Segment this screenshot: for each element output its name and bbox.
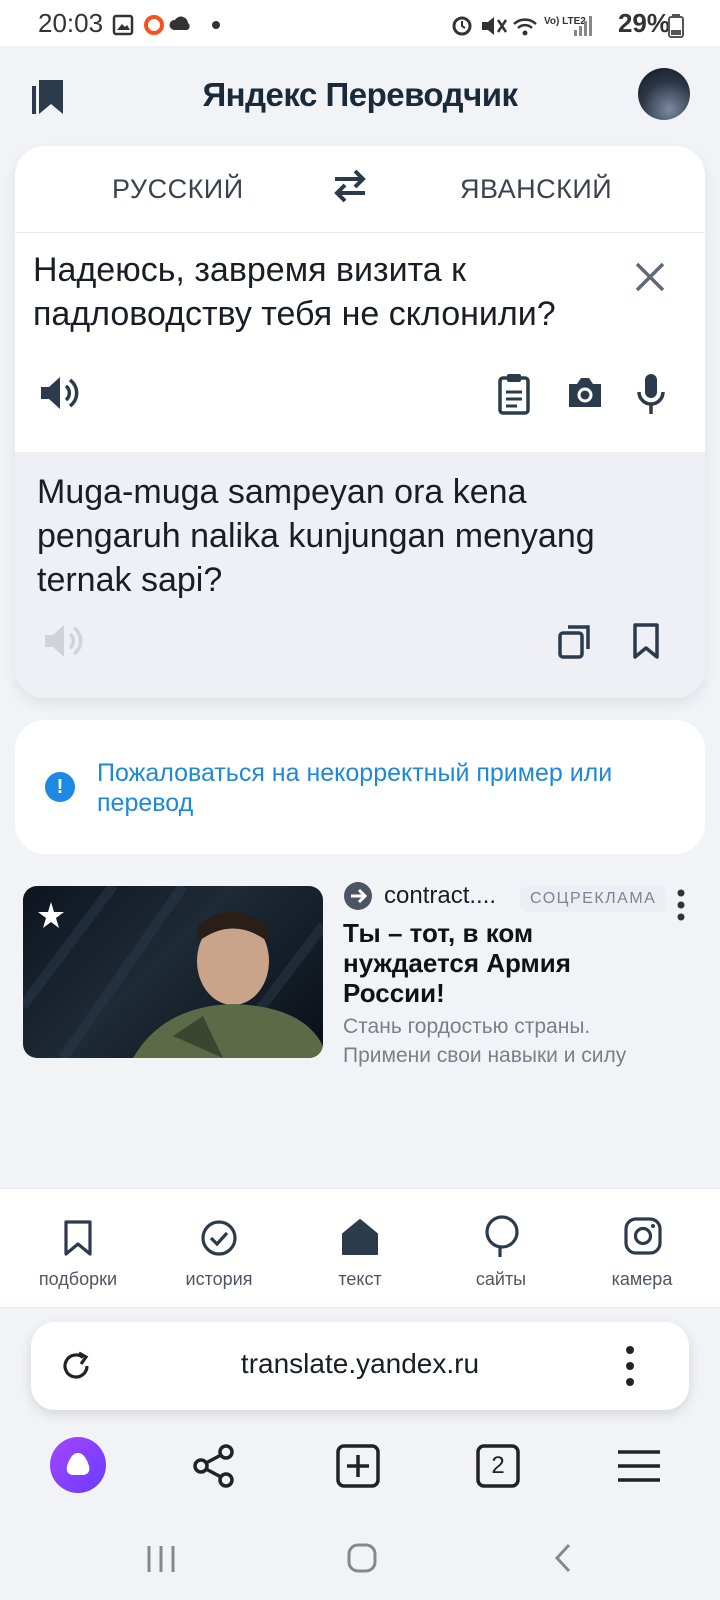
back-icon[interactable]: [552, 1542, 574, 1574]
divider: [15, 232, 705, 233]
ad-description: Стань гордостью страны. Примени свои нав…: [343, 1015, 627, 1067]
camera-icon: [624, 1217, 662, 1255]
share-icon[interactable]: [192, 1444, 236, 1488]
tab-collections[interactable]: подборки: [6, 1189, 150, 1307]
home-nav-icon[interactable]: [346, 1542, 378, 1574]
tab-text[interactable]: текст: [288, 1189, 432, 1307]
tab-bar: подборки история текст сайты камера: [0, 1188, 720, 1308]
new-tab-icon[interactable]: [336, 1444, 380, 1488]
ad-photo: [23, 886, 323, 1058]
status-notification-icons: [112, 14, 220, 36]
source-language[interactable]: РУССКИЙ: [112, 174, 244, 205]
tab-label: история: [185, 1269, 253, 1289]
browser-url-bar: translate.yandex.ru: [31, 1322, 689, 1410]
report-card: ! Пожаловаться на некорректный пример ил…: [15, 720, 705, 854]
tabs-count: 2: [491, 1452, 505, 1479]
avatar[interactable]: [638, 68, 690, 120]
tab-label: камера: [611, 1269, 673, 1289]
tabs-count-button[interactable]: 2: [476, 1444, 520, 1488]
translator-card: РУССКИЙ ЯВАНСКИЙ Надеюсь, завремя визита…: [15, 146, 705, 698]
translation-speaker-icon[interactable]: [43, 622, 85, 660]
hamburger-menu-icon[interactable]: [616, 1448, 662, 1484]
status-system-icons: Vo) LTE2: [452, 16, 592, 36]
ad-badge: СОЦРЕКЛАМА: [520, 886, 667, 912]
bookmark-icon[interactable]: [631, 622, 661, 660]
url-text[interactable]: translate.yandex.ru: [31, 1348, 689, 1380]
history-icon: [201, 1220, 237, 1256]
ad-source[interactable]: contract....: [384, 882, 496, 910]
ad-title[interactable]: Ты – тот, в ком нуждается Армия России!: [343, 918, 663, 1008]
ad-image[interactable]: [23, 886, 323, 1058]
home-icon: [342, 1219, 378, 1255]
microphone-icon[interactable]: [635, 372, 667, 416]
app-header: Яндекс Переводчик: [0, 46, 720, 146]
copy-icon[interactable]: [557, 622, 593, 660]
info-icon: !: [45, 772, 75, 802]
system-navigation-bar: [0, 1520, 720, 1600]
source-text-input[interactable]: Надеюсь, завремя визита к падловодству т…: [33, 248, 633, 336]
alice-triangle-icon: [66, 1453, 90, 1475]
status-bar: 20:03 Vo) LTE2 29%: [0, 0, 720, 46]
browser-menu-icon[interactable]: [625, 1344, 635, 1388]
translation-text: Muga-muga sampeyan ora kena pengaruh nal…: [37, 473, 595, 599]
app-title: Яндекс Переводчик: [202, 76, 518, 113]
tab-label: подборки: [38, 1269, 118, 1289]
target-language[interactable]: ЯВАНСКИЙ: [460, 174, 612, 205]
battery-icon: [668, 14, 684, 38]
tab-sites[interactable]: сайты: [429, 1189, 573, 1307]
tab-label: сайты: [475, 1269, 527, 1289]
recent-apps-icon[interactable]: [146, 1544, 176, 1574]
report-link[interactable]: Пожаловаться на некорректный пример или …: [97, 758, 687, 818]
battery-percent: 29%: [617, 8, 670, 38]
camera-icon[interactable]: [565, 374, 605, 410]
bookmark-icon: [64, 1220, 92, 1256]
ad-menu-icon[interactable]: [676, 888, 686, 922]
paste-clipboard-icon[interactable]: [497, 372, 531, 416]
tab-camera[interactable]: камера: [570, 1189, 714, 1307]
ad-source-icon: [344, 882, 372, 910]
clear-icon[interactable]: [633, 260, 667, 294]
speaker-icon[interactable]: [39, 374, 81, 412]
status-time: 20:03: [38, 8, 104, 38]
tab-history[interactable]: история: [147, 1189, 291, 1307]
swap-languages-icon[interactable]: [331, 168, 369, 204]
translation-area: Muga-muga sampeyan ora kena pengaruh nal…: [15, 452, 705, 698]
tab-label: текст: [338, 1269, 382, 1289]
status-network-text: Vo) LTE2: [544, 16, 586, 27]
speech-bubble-icon: [485, 1215, 519, 1257]
alice-assistant-icon[interactable]: [50, 1437, 106, 1493]
